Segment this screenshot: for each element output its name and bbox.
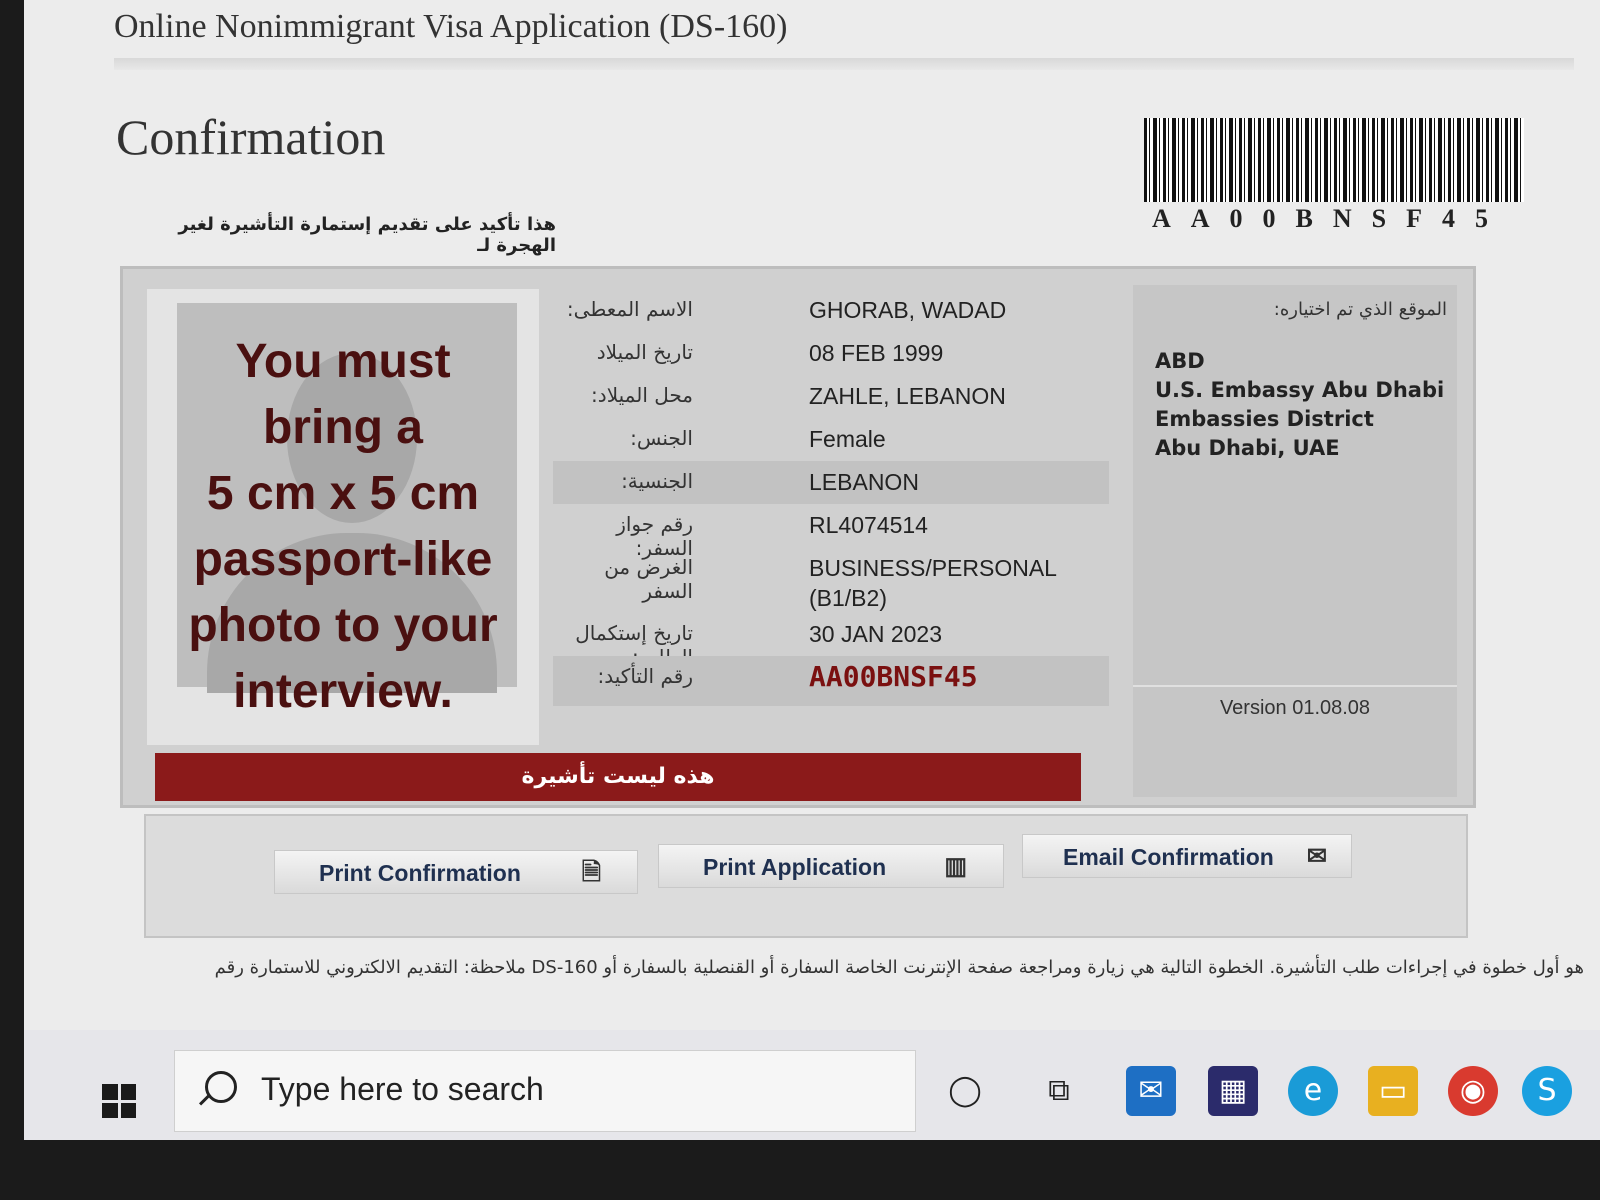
print-application-button[interactable]: Print Application ▥ bbox=[658, 844, 1004, 888]
mail-icon[interactable]: ✉ bbox=[1126, 1066, 1176, 1116]
info-label: الاسم المعطى: bbox=[566, 297, 693, 321]
info-label: الغرض من السفر bbox=[604, 555, 693, 603]
photo-message-line: photo to your bbox=[188, 599, 498, 652]
location-address: ABD U.S. Embassy Abu Dhabi Embassies Dis… bbox=[1155, 347, 1444, 463]
info-row-birth-place: محل الميلاد: ZAHLE, LEBANON bbox=[553, 375, 1109, 418]
action-bar: Print Confirmation 🗎 Print Application ▥… bbox=[144, 814, 1468, 938]
book-icon: ▥ bbox=[944, 853, 967, 880]
print-application-label: Print Application bbox=[703, 854, 887, 880]
info-value: LEBANON bbox=[809, 469, 919, 495]
email-confirmation-button[interactable]: Email Confirmation ✉ bbox=[1022, 834, 1352, 878]
windows-taskbar: Type here to search ◯ ⧉ ✉ ▦ e ▭ ◉ S bbox=[24, 1030, 1600, 1140]
photo-message-line: You must bbox=[235, 335, 451, 388]
page-subtitle: هذا تأكيد على تقديم إستمارة التأشيرة لغي… bbox=[178, 214, 556, 256]
store-icon[interactable]: ▦ bbox=[1208, 1066, 1258, 1116]
barcode-text: AA00BNSF45 bbox=[1152, 204, 1509, 233]
taskbar-search-box[interactable]: Type here to search bbox=[174, 1050, 916, 1132]
info-label: الجنسية: bbox=[621, 469, 693, 493]
edge-icon[interactable]: e bbox=[1288, 1066, 1338, 1116]
info-value: ZAHLE, LEBANON bbox=[809, 383, 1006, 409]
location-city: Abu Dhabi, UAE bbox=[1155, 436, 1340, 460]
task-view-icon[interactable]: ⧉ bbox=[1034, 1066, 1084, 1116]
confirmation-number: AA00BNSF45 bbox=[809, 660, 978, 693]
info-label: رقم التأكيد: bbox=[597, 664, 693, 688]
skype-icon[interactable]: S bbox=[1522, 1066, 1572, 1116]
location-district: Embassies District bbox=[1155, 407, 1374, 431]
selected-location-panel: الموقع الذي تم اختياره: ABD U.S. Embassy… bbox=[1133, 285, 1457, 797]
print-confirmation-label: Print Confirmation bbox=[319, 860, 521, 886]
info-value: RL4074514 bbox=[809, 512, 928, 538]
info-value: 30 JAN 2023 bbox=[809, 621, 942, 647]
photo-requirement-message: You must bring a 5 cm x 5 cm passport-li… bbox=[147, 329, 539, 725]
location-label: الموقع الذي تم اختياره: bbox=[1273, 299, 1447, 320]
photo-message-line: passport-like bbox=[193, 533, 493, 586]
info-label: محل الميلاد: bbox=[591, 383, 693, 407]
info-row-confirmation-number: رقم التأكيد: AA00BNSF45 bbox=[553, 656, 1109, 706]
info-row-gender: الجنس: Female bbox=[553, 418, 1109, 461]
search-icon bbox=[205, 1071, 237, 1103]
header-divider bbox=[114, 58, 1574, 70]
file-explorer-icon[interactable]: ▭ bbox=[1368, 1066, 1418, 1116]
confirmation-panel: You must bring a 5 cm x 5 cm passport-li… bbox=[120, 266, 1476, 808]
info-label: الجنس: bbox=[630, 426, 693, 450]
not-a-visa-banner: هذه ليست تأشيرة bbox=[155, 753, 1081, 801]
screen: Online Nonimmigrant Visa Application (DS… bbox=[24, 0, 1600, 1140]
version-text: Version 01.08.08 bbox=[1219, 697, 1371, 719]
photo-message-line: bring a bbox=[262, 401, 423, 454]
info-value: 08 FEB 1999 bbox=[809, 340, 944, 366]
cortana-icon[interactable]: ◯ bbox=[940, 1066, 990, 1116]
page-title: Confirmation bbox=[116, 109, 386, 165]
info-value: GHORAB, WADAD bbox=[809, 297, 1007, 323]
applicant-info: الاسم المعطى: GHORAB, WADAD تاريخ الميلا… bbox=[553, 289, 1109, 706]
document-icon: 🗎 bbox=[581, 859, 601, 886]
info-row-birth-date: تاريخ الميلاد 08 FEB 1999 bbox=[553, 332, 1109, 375]
envelope-icon: ✉ bbox=[1306, 843, 1327, 870]
app-header: Online Nonimmigrant Visa Application (DS… bbox=[114, 8, 788, 45]
info-value: Female bbox=[809, 426, 886, 452]
info-value: BUSINESS/PERSONAL (B1/B2) bbox=[809, 555, 1057, 611]
photo-placeholder: You must bring a 5 cm x 5 cm passport-li… bbox=[147, 289, 539, 745]
location-name: U.S. Embassy Abu Dhabi bbox=[1155, 378, 1445, 402]
windows-start-icon[interactable] bbox=[102, 1084, 136, 1118]
info-row-nationality: الجنسية: LEBANON bbox=[553, 461, 1109, 504]
side-divider bbox=[1133, 685, 1457, 687]
email-confirmation-label: Email Confirmation bbox=[1063, 844, 1274, 870]
info-row-completion-date: تاريخ إستكمال الطلب: 30 JAN 2023 bbox=[553, 613, 1109, 669]
info-row-passport-number: رقم جواز السفر: RL4074514 bbox=[553, 504, 1109, 560]
footer-note: هو أول خطوة في إجراءات طلب التأشيرة. الخ… bbox=[214, 957, 1584, 978]
photo-message-line: interview. bbox=[233, 665, 453, 718]
barcode bbox=[1144, 118, 1524, 202]
chrome-icon[interactable]: ◉ bbox=[1448, 1066, 1498, 1116]
info-row-given-name: الاسم المعطى: GHORAB, WADAD bbox=[553, 289, 1109, 332]
print-confirmation-button[interactable]: Print Confirmation 🗎 bbox=[274, 850, 638, 894]
info-row-purpose: الغرض من السفر BUSINESS/PERSONAL (B1/B2) bbox=[553, 547, 1109, 613]
search-placeholder: Type here to search bbox=[261, 1071, 544, 1107]
location-code: ABD bbox=[1155, 349, 1205, 373]
photo-message-line: 5 cm x 5 cm bbox=[206, 467, 480, 520]
info-label: تاريخ الميلاد bbox=[596, 340, 693, 364]
